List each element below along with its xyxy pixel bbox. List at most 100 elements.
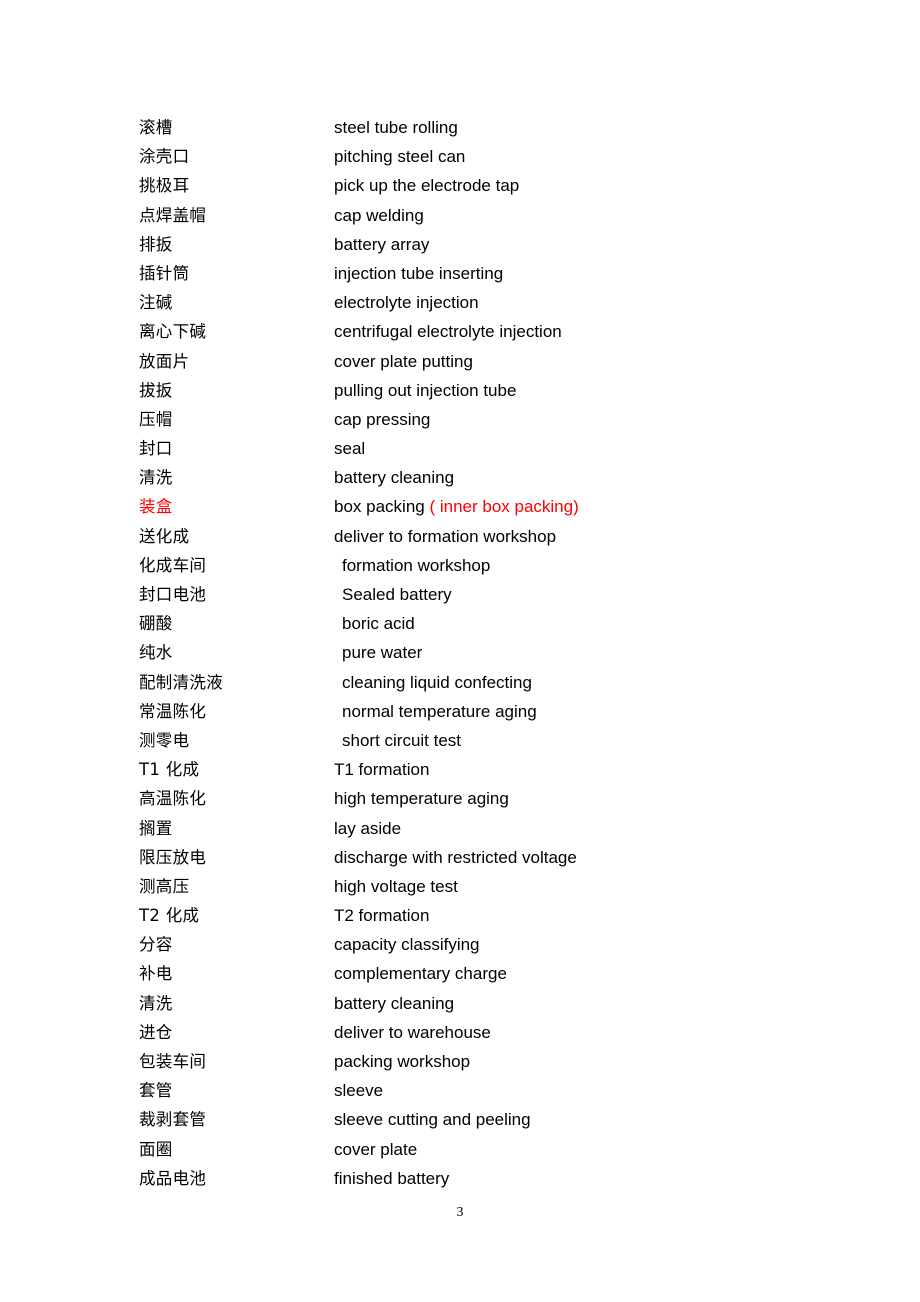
- glossary-term-english: formation workshop: [342, 555, 491, 575]
- glossary-term-chinese: 封口电池: [139, 585, 207, 604]
- glossary-term-english: lay aside: [334, 818, 402, 838]
- glossary-term-chinese: 离心下碱: [139, 322, 207, 342]
- glossary-term-english: sleeve cutting and peeling: [334, 1110, 531, 1130]
- glossary-term-chinese: 包装车间: [139, 1052, 207, 1071]
- glossary-row: 进仓 deliver to warehouse: [139, 1018, 839, 1047]
- glossary-row: 点焊盖帽 cap welding: [139, 201, 839, 230]
- glossary-term-chinese: 成品电池: [139, 1168, 207, 1188]
- glossary-row: 清洗 battery cleaning: [139, 463, 839, 492]
- glossary-term-english: boric acid: [342, 614, 415, 634]
- glossary-term-chinese: 常温陈化: [139, 701, 207, 721]
- glossary-row: 硼酸 boric acid: [139, 609, 839, 638]
- glossary-term-english: cap pressing: [334, 409, 431, 429]
- glossary-term-english: normal temperature aging: [342, 701, 537, 721]
- glossary-term-english: deliver to formation workshop: [334, 526, 557, 546]
- glossary-term-chinese: 挑极耳: [139, 176, 190, 196]
- glossary-row: 封口电池 Sealed battery: [139, 580, 839, 609]
- glossary-row: 封口 seal: [139, 434, 839, 463]
- glossary-term-english: cap welding: [334, 205, 424, 225]
- glossary-term-chinese: 补电: [139, 964, 173, 984]
- glossary-term-english: battery cleaning: [334, 468, 455, 488]
- glossary-term-chinese: 排扳: [139, 234, 173, 254]
- glossary-term-english: T2 formation: [334, 906, 430, 926]
- glossary-term-english: complementary charge: [334, 964, 507, 984]
- glossary-term-chinese: 化成车间: [139, 555, 207, 575]
- glossary-term-chinese: 限压放电: [139, 847, 207, 867]
- page-number-footer: 3: [456, 1205, 464, 1220]
- glossary-term-chinese: 点焊盖帽: [139, 205, 207, 225]
- glossary-term-english: pulling out injection tube: [334, 380, 517, 400]
- glossary-term-chinese: 插针筒: [139, 263, 190, 283]
- glossary-term-english: electrolyte injection: [334, 293, 479, 313]
- glossary-row: 装盒 box packing ( inner box packing): [139, 492, 839, 521]
- glossary-row: 纯水 pure water: [139, 638, 839, 667]
- glossary-term-chinese: 测高压: [139, 876, 190, 896]
- glossary-term-english: battery cleaning: [334, 993, 455, 1013]
- bilingual-glossary-list: 滚槽 steel tube rolling 涂壳口 pitching steel ca…: [139, 113, 839, 1193]
- glossary-term-english: battery array: [334, 234, 430, 254]
- glossary-term-english: seal: [334, 439, 366, 459]
- glossary-term-english: cover plate: [334, 1139, 418, 1159]
- glossary-term-chinese: 拔扳: [139, 380, 173, 400]
- glossary-term-english: sleeve: [334, 1081, 384, 1101]
- glossary-row: 高温陈化 high temperature aging: [139, 784, 839, 813]
- glossary-term-english: pick up the electrode tap: [334, 176, 520, 196]
- glossary-row: 送化成 deliver to formation workshop: [139, 522, 839, 551]
- glossary-row: 补电 complementary charge: [139, 959, 839, 988]
- glossary-term-english: high voltage test: [334, 876, 458, 896]
- glossary-term-chinese: 压帽: [139, 409, 173, 429]
- glossary-term-english: injection tube inserting: [334, 263, 504, 283]
- glossary-term-english: high temperature aging: [334, 789, 509, 809]
- glossary-row: 拔扳 pulling out injection tube: [139, 376, 839, 405]
- document-page: 滚槽 steel tube rolling 涂壳口 pitching steel ca…: [0, 0, 920, 1302]
- glossary-term-english: Sealed battery: [342, 585, 452, 604]
- glossary-row: 搁置 lay aside: [139, 814, 839, 843]
- glossary-term-chinese: 封口: [139, 439, 173, 459]
- glossary-row: 包装车间 packing workshop: [139, 1047, 839, 1076]
- glossary-term-chinese: 套管: [139, 1081, 173, 1101]
- glossary-row: 离心下碱 centrifugal electrolyte injection: [139, 317, 839, 346]
- glossary-term-english: pure water: [342, 643, 423, 663]
- glossary-row: 测零电 short circuit test: [139, 726, 839, 755]
- glossary-row: 套管 sleeve: [139, 1076, 839, 1105]
- glossary-term-chinese: 送化成: [139, 526, 190, 546]
- glossary-term-chinese: 配制清洗液: [139, 672, 223, 692]
- glossary-term-english: pitching steel can: [334, 147, 466, 167]
- glossary-term-chinese: 测零电: [139, 730, 190, 750]
- glossary-english-base: box packing: [334, 497, 430, 517]
- glossary-row: 成品电池 finished battery: [139, 1164, 839, 1193]
- glossary-term-chinese: T1 化成: [139, 760, 200, 780]
- glossary-english-annotation: ( inner box packing): [429, 497, 579, 517]
- glossary-row: T2 化成 T2 formation: [139, 901, 839, 930]
- glossary-row: 常温陈化 normal temperature aging: [139, 697, 839, 726]
- glossary-row: 注碱 electrolyte injection: [139, 288, 839, 317]
- glossary-term-english: discharge with restricted voltage: [334, 847, 577, 867]
- glossary-term-chinese: 裁剥套管: [139, 1110, 207, 1130]
- glossary-row: 配制清洗液 cleaning liquid confecting: [139, 668, 839, 697]
- glossary-row: 插针筒 injection tube inserting: [139, 259, 839, 288]
- glossary-row: 面圈 cover plate: [139, 1135, 839, 1164]
- glossary-row: T1 化成 T1 formation: [139, 755, 839, 784]
- glossary-row: 挑极耳 pick up the electrode tap: [139, 171, 839, 200]
- glossary-row: 排扳 battery array: [139, 230, 839, 259]
- glossary-row: 压帽 cap pressing: [139, 405, 839, 434]
- glossary-row: 限压放电 discharge with restricted voltage: [139, 843, 839, 872]
- glossary-term-english: packing workshop: [334, 1052, 471, 1071]
- glossary-term-english: capacity classifying: [334, 935, 480, 955]
- glossary-term-chinese: 分容: [139, 935, 173, 955]
- glossary-term-chinese: 硼酸: [139, 614, 173, 634]
- glossary-term-chinese: 进仓: [139, 1022, 173, 1042]
- glossary-term-english: steel tube rolling: [334, 118, 458, 137]
- glossary-term-english: centrifugal electrolyte injection: [334, 322, 562, 342]
- glossary-term-chinese: 高温陈化: [139, 789, 207, 809]
- glossary-term-english: short circuit test: [342, 730, 462, 750]
- glossary-term-chinese: 放面片: [139, 351, 190, 371]
- glossary-term-english: deliver to warehouse: [334, 1022, 491, 1042]
- glossary-term-english: finished battery: [334, 1168, 450, 1188]
- glossary-row: 化成车间 formation workshop: [139, 551, 839, 580]
- glossary-term-chinese: 面圈: [139, 1139, 173, 1159]
- glossary-term-chinese: 装盒: [139, 497, 173, 517]
- glossary-term-chinese: 注碱: [139, 293, 173, 313]
- glossary-term-english: box packing ( inner box packing): [334, 492, 579, 521]
- glossary-row: 涂壳口 pitching steel can: [139, 142, 839, 171]
